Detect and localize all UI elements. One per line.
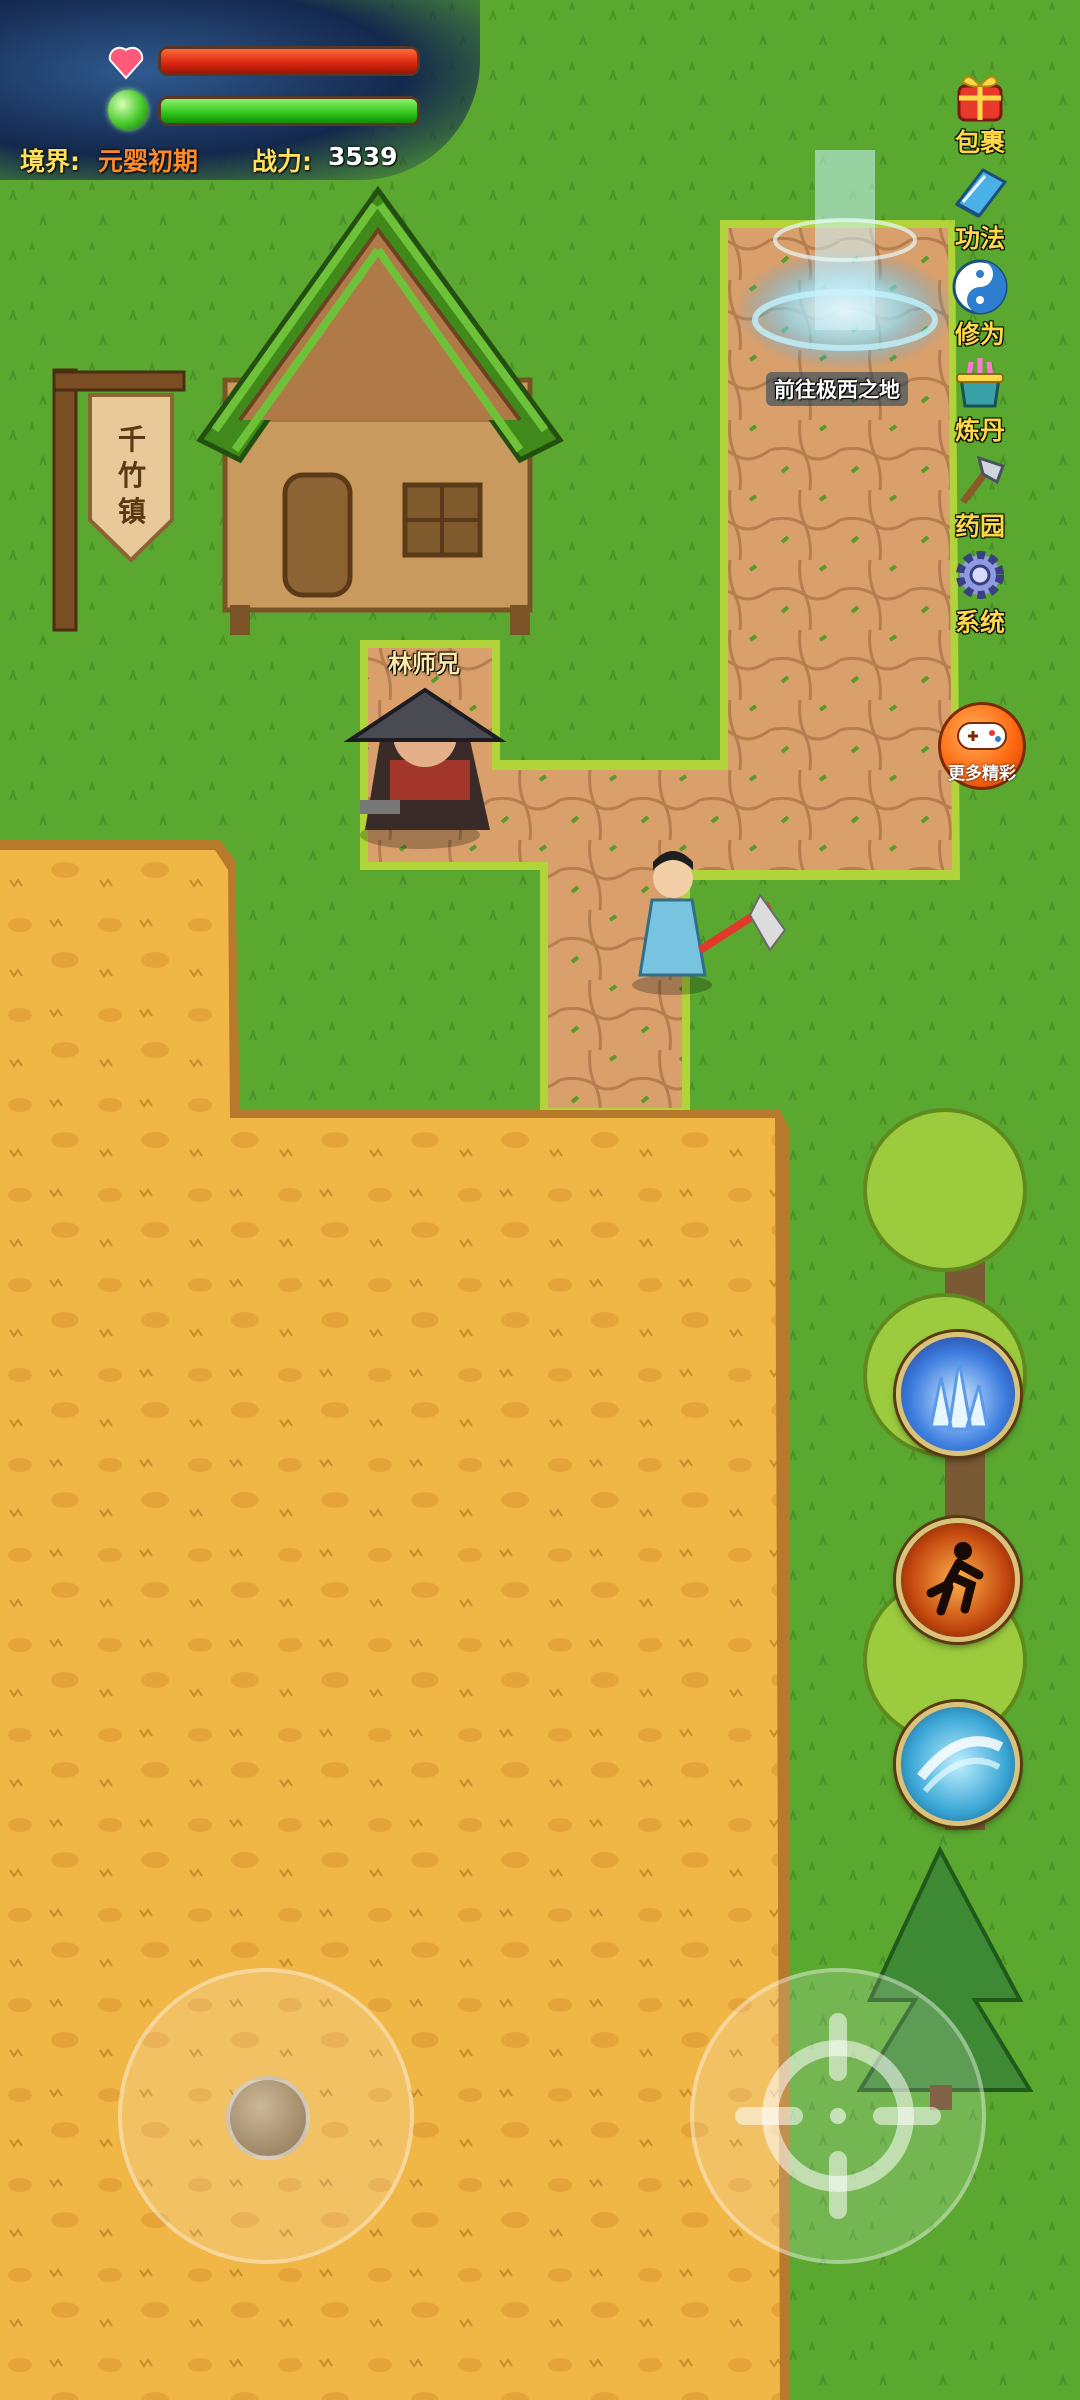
menu-system[interactable]: 系统 xyxy=(940,544,1020,636)
menu-skills[interactable]: 功法 xyxy=(940,160,1020,252)
cauldron-icon xyxy=(956,358,1004,408)
gift-bag-icon xyxy=(957,75,1003,122)
skill-button-slash[interactable] xyxy=(896,1702,1020,1826)
hp-bar-fill xyxy=(161,49,417,73)
menu-herb-garden[interactable]: 药园 xyxy=(940,448,1020,540)
hoe-icon xyxy=(960,455,1005,505)
npc-name-label[interactable]: 林师兄 xyxy=(388,644,460,679)
power-label: 战力: xyxy=(252,147,312,176)
menu-label: 包裹 xyxy=(954,128,1005,157)
joystick-knob[interactable] xyxy=(226,2076,310,2160)
gamepad-icon xyxy=(957,722,1007,750)
menu-label: 修为 xyxy=(954,320,1005,349)
crosshair-icon xyxy=(735,2013,941,2219)
gear-icon xyxy=(956,551,1004,599)
skill-book-icon xyxy=(954,168,1008,218)
menu-bag[interactable]: 包裹 xyxy=(940,64,1020,156)
mp-bar xyxy=(158,96,420,126)
menu-alchemy[interactable]: 炼丹 xyxy=(940,352,1020,444)
yin-yang-icon xyxy=(952,259,1008,315)
more-games-button[interactable]: 更多精彩 xyxy=(938,702,1026,790)
power-value: 3539 xyxy=(328,142,398,171)
menu-label: 炼丹 xyxy=(954,416,1005,445)
menu-label: 药园 xyxy=(954,512,1005,541)
heart-icon xyxy=(108,46,144,80)
more-games-label: 更多精彩 xyxy=(948,764,1016,784)
npc-character[interactable] xyxy=(350,680,500,850)
player-character xyxy=(630,845,790,995)
town-sign: 千竹镇 xyxy=(117,423,146,528)
menu-label: 功法 xyxy=(954,224,1005,253)
mana-orb-icon xyxy=(108,90,148,130)
hp-bar xyxy=(158,46,420,76)
skill-button-sprint[interactable] xyxy=(896,1518,1020,1642)
menu-cultivation[interactable]: 修为 xyxy=(940,256,1020,348)
attack-button[interactable] xyxy=(690,1968,986,2264)
menu-label: 系统 xyxy=(954,608,1005,637)
portal[interactable] xyxy=(740,150,950,380)
realm-label: 境界: xyxy=(20,147,80,176)
slash-icon xyxy=(917,1736,1004,1793)
player-status-panel: 境界: 元婴初期 战力: 3539 xyxy=(0,0,480,180)
skill-button-ice[interactable] xyxy=(896,1332,1020,1456)
sprint-icon xyxy=(926,1542,984,1616)
movement-joystick[interactable] xyxy=(118,1968,414,2264)
realm-value: 元婴初期 xyxy=(98,147,199,176)
ice-crystal-icon xyxy=(929,1360,989,1431)
mp-bar-fill xyxy=(161,99,417,123)
